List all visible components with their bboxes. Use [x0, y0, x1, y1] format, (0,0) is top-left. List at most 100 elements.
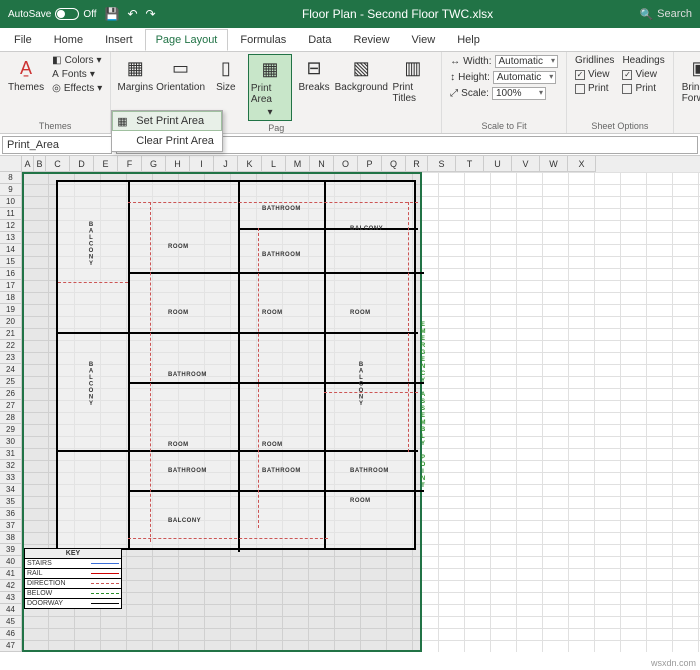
headings-view-check[interactable]: ✓View: [620, 68, 659, 81]
row-header[interactable]: 28: [0, 412, 22, 424]
row-header[interactable]: 41: [0, 568, 22, 580]
col-header[interactable]: H: [166, 156, 190, 172]
tab-data[interactable]: Data: [298, 30, 341, 50]
bring-forward-button[interactable]: ▣Bring Forward: [680, 54, 700, 106]
row-header[interactable]: 31: [0, 448, 22, 460]
row-header[interactable]: 8: [0, 172, 22, 184]
name-box[interactable]: Print_Area: [2, 136, 112, 154]
tab-view[interactable]: View: [402, 30, 446, 50]
row-header[interactable]: 43: [0, 592, 22, 604]
col-header[interactable]: I: [190, 156, 214, 172]
background-button[interactable]: ▧Background: [336, 54, 386, 95]
row-header[interactable]: 13: [0, 232, 22, 244]
row-header[interactable]: 25: [0, 376, 22, 388]
row-header[interactable]: 18: [0, 292, 22, 304]
row-header[interactable]: 29: [0, 424, 22, 436]
effects-button[interactable]: ◎Effects ▾: [50, 82, 104, 95]
colors-button[interactable]: ◧Colors ▾: [50, 54, 104, 67]
tab-page-layout[interactable]: Page Layout: [145, 29, 229, 51]
width-combo[interactable]: Automatic: [495, 55, 558, 68]
tab-home[interactable]: Home: [44, 30, 93, 50]
col-header[interactable]: K: [238, 156, 262, 172]
row-header[interactable]: 32: [0, 460, 22, 472]
row-header[interactable]: 46: [0, 628, 22, 640]
size-button[interactable]: ▯Size: [208, 54, 244, 95]
height-row[interactable]: ↕Height:Automatic: [448, 70, 560, 85]
row-header[interactable]: 37: [0, 520, 22, 532]
col-header[interactable]: B: [34, 156, 46, 172]
col-header[interactable]: U: [484, 156, 512, 172]
themes-button[interactable]: A̱ Themes: [6, 54, 46, 95]
row-header[interactable]: 21: [0, 328, 22, 340]
col-header[interactable]: G: [142, 156, 166, 172]
row-header[interactable]: 23: [0, 352, 22, 364]
col-header[interactable]: M: [286, 156, 310, 172]
column-headers[interactable]: ABCDEFGHIJKLMNOPQRSTUVWX: [0, 156, 700, 172]
col-header[interactable]: F: [118, 156, 142, 172]
row-header[interactable]: 45: [0, 616, 22, 628]
row-header[interactable]: 11: [0, 208, 22, 220]
row-header[interactable]: 14: [0, 244, 22, 256]
col-header[interactable]: X: [568, 156, 596, 172]
fonts-button[interactable]: AFonts ▾: [50, 68, 104, 81]
col-header[interactable]: O: [334, 156, 358, 172]
row-header[interactable]: 16: [0, 268, 22, 280]
row-header[interactable]: 22: [0, 340, 22, 352]
tab-formulas[interactable]: Formulas: [230, 30, 296, 50]
save-icon[interactable]: 💾: [105, 7, 120, 21]
autosave-toggle[interactable]: AutoSave Off: [8, 8, 97, 20]
row-header[interactable]: 19: [0, 304, 22, 316]
col-header[interactable]: [0, 156, 22, 172]
col-header[interactable]: R: [406, 156, 428, 172]
undo-icon[interactable]: ↶: [127, 7, 137, 21]
redo-icon[interactable]: ↷: [146, 7, 156, 21]
row-header[interactable]: 33: [0, 472, 22, 484]
row-header[interactable]: 40: [0, 556, 22, 568]
row-header[interactable]: 42: [0, 580, 22, 592]
cell-grid[interactable]: BALCONY BALCONY ROOM BATHROOM BALCONY BA…: [22, 172, 700, 652]
set-print-area-item[interactable]: ▦Set Print Area: [112, 111, 222, 131]
col-header[interactable]: Q: [382, 156, 406, 172]
row-header[interactable]: 15: [0, 256, 22, 268]
col-header[interactable]: W: [540, 156, 568, 172]
row-header[interactable]: 26: [0, 388, 22, 400]
scale-row[interactable]: ⤢Scale:100%: [448, 86, 560, 101]
col-header[interactable]: C: [46, 156, 70, 172]
col-header[interactable]: E: [94, 156, 118, 172]
margins-button[interactable]: ▦Margins: [117, 54, 153, 95]
breaks-button[interactable]: ⊟Breaks: [296, 54, 332, 95]
col-header[interactable]: P: [358, 156, 382, 172]
col-header[interactable]: L: [262, 156, 286, 172]
clear-print-area-item[interactable]: Clear Print Area: [112, 131, 222, 151]
row-header[interactable]: 34: [0, 484, 22, 496]
scale-combo[interactable]: 100%: [492, 87, 546, 100]
height-combo[interactable]: Automatic: [493, 71, 556, 84]
col-header[interactable]: N: [310, 156, 334, 172]
tab-insert[interactable]: Insert: [95, 30, 143, 50]
row-header[interactable]: 30: [0, 436, 22, 448]
row-header[interactable]: 35: [0, 496, 22, 508]
row-header[interactable]: 24: [0, 364, 22, 376]
tab-help[interactable]: Help: [447, 30, 490, 50]
col-header[interactable]: T: [456, 156, 484, 172]
print-area-button[interactable]: ▦Print Area ▾ ▦Set Print Area Clear Prin…: [248, 54, 292, 121]
col-header[interactable]: D: [70, 156, 94, 172]
col-header[interactable]: A: [22, 156, 34, 172]
worksheet-area[interactable]: ABCDEFGHIJKLMNOPQRSTUVWX 891011121314151…: [0, 156, 700, 652]
row-header[interactable]: 9: [0, 184, 22, 196]
row-header[interactable]: 10: [0, 196, 22, 208]
row-header[interactable]: 12: [0, 220, 22, 232]
width-row[interactable]: ↔Width:Automatic: [448, 54, 560, 69]
col-header[interactable]: J: [214, 156, 238, 172]
row-header[interactable]: 36: [0, 508, 22, 520]
row-header[interactable]: 17: [0, 280, 22, 292]
tab-file[interactable]: File: [4, 30, 42, 50]
row-headers[interactable]: 8910111213141516171819202122232425262728…: [0, 172, 22, 652]
orientation-button[interactable]: ▭Orientation: [157, 54, 204, 95]
gridlines-view-check[interactable]: ✓View: [573, 68, 612, 81]
row-header[interactable]: 47: [0, 640, 22, 652]
print-titles-button[interactable]: ▥Print Titles: [391, 54, 436, 106]
gridlines-print-check[interactable]: Print: [573, 82, 611, 95]
col-header[interactable]: S: [428, 156, 456, 172]
tab-review[interactable]: Review: [343, 30, 399, 50]
